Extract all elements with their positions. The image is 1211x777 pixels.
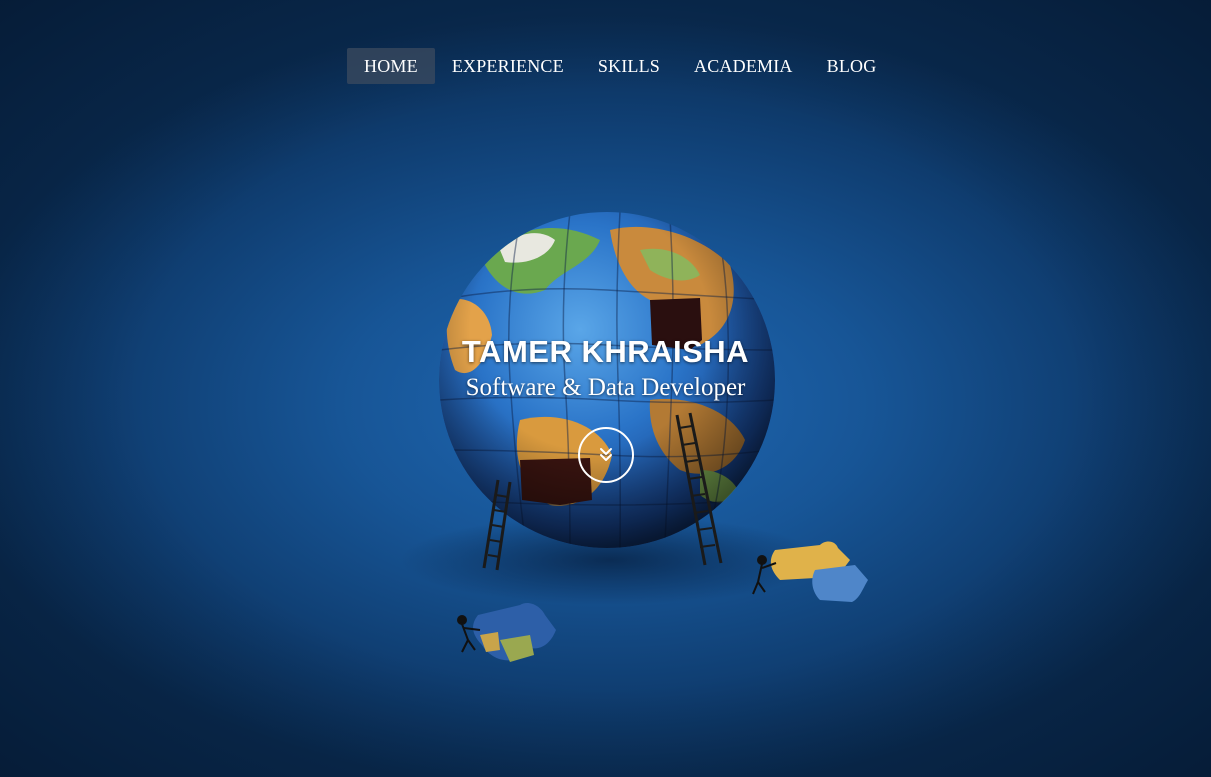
hero-subtitle: Software & Data Developer bbox=[465, 374, 746, 401]
main-navigation: HOME EXPERIENCE SKILLS ACADEMIA BLOG bbox=[347, 48, 893, 84]
nav-item-experience[interactable]: EXPERIENCE bbox=[435, 48, 581, 84]
nav-item-skills[interactable]: SKILLS bbox=[581, 48, 677, 84]
scroll-down-button[interactable] bbox=[578, 427, 634, 483]
nav-item-blog[interactable]: BLOG bbox=[810, 48, 894, 84]
nav-item-home[interactable]: HOME bbox=[347, 48, 435, 84]
nav-item-academia[interactable]: ACADEMIA bbox=[677, 48, 810, 84]
hero-title: TAMER KHRAISHA bbox=[461, 334, 750, 369]
double-chevron-down-icon bbox=[600, 448, 612, 461]
